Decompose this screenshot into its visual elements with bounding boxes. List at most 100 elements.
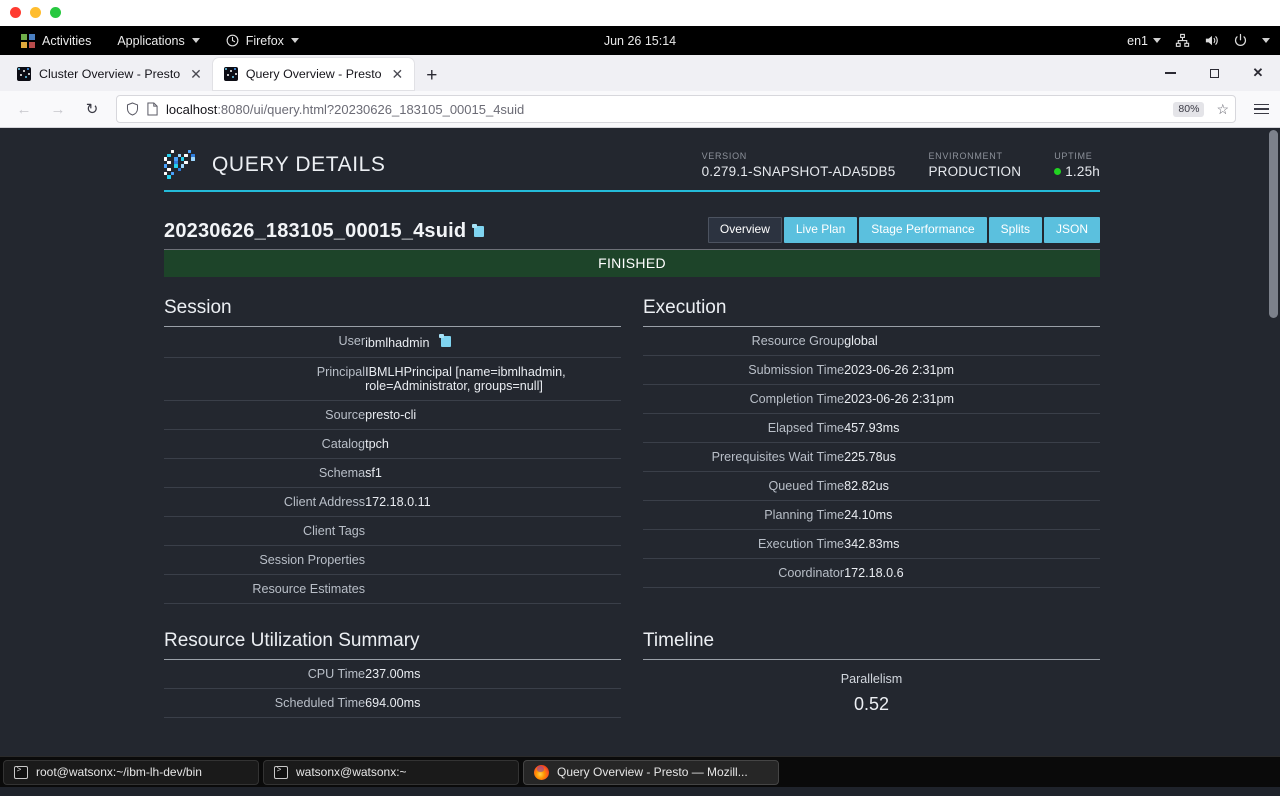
gnome-tray: en1 [1127, 33, 1280, 48]
reload-button[interactable]: ↻ [76, 94, 108, 124]
maximize-dot-icon[interactable] [50, 7, 61, 18]
page-info-icon[interactable] [147, 102, 158, 116]
page-scrollbar[interactable] [1266, 128, 1280, 756]
zoom-level-badge[interactable]: 80% [1173, 101, 1205, 117]
row-value: sf1 [365, 458, 621, 489]
row-value: 2023-06-26 2:31pm [844, 355, 1100, 386]
applications-menu[interactable]: Applications [104, 26, 212, 55]
tab-overview[interactable]: Overview [707, 217, 782, 244]
row-key: Source [164, 400, 366, 431]
taskbar-item-firefox[interactable]: Query Overview - Presto — Mozill... [523, 759, 779, 785]
row-value: 172.18.0.6 [844, 558, 1100, 589]
tab-json[interactable]: JSON [1043, 217, 1100, 244]
tray-chevron-down-icon[interactable] [1262, 38, 1270, 43]
row-key: Execution Time [643, 529, 845, 560]
table-row: Session Properties [164, 545, 621, 576]
presto-favicon-icon [223, 67, 238, 81]
row-value [365, 574, 621, 605]
row-value: presto-cli [365, 400, 621, 431]
power-icon[interactable] [1233, 33, 1248, 48]
row-value: 237.00ms [365, 660, 621, 690]
window-dots [10, 7, 61, 18]
execution-table: Resource Group global Submission Time 2023… [643, 327, 1100, 589]
network-icon[interactable] [1175, 33, 1190, 48]
row-key: Scheduled Time [164, 688, 366, 719]
row-key: Submission Time [643, 355, 845, 386]
table-row: CPU Time 237.00ms [164, 660, 621, 690]
taskbar-item-terminal-2[interactable]: watsonx@watsonx:~ [263, 759, 519, 785]
tab-stage-performance[interactable]: Stage Performance [859, 217, 987, 244]
row-key: Resource Estimates [164, 574, 366, 605]
window-controls: ✕ [1148, 55, 1280, 91]
row-key: Coordinator [643, 558, 845, 589]
volume-icon[interactable] [1204, 33, 1219, 48]
execution-panel: Execution Resource Group global Submissio… [643, 297, 1100, 604]
row-value: global [844, 327, 1100, 357]
table-row: User ibmlhadmin [164, 327, 621, 359]
maximize-button[interactable] [1192, 55, 1236, 91]
row-key: Queued Time [643, 471, 845, 502]
table-row: Coordinator 172.18.0.6 [643, 558, 1100, 589]
row-key: Catalog [164, 429, 366, 460]
chevron-down-icon[interactable] [1153, 38, 1161, 43]
row-value: 457.93ms [844, 413, 1100, 444]
detail-columns: Session User ibmlhadmin Principal IBMLHPri… [164, 297, 1100, 605]
shield-icon[interactable] [126, 102, 139, 116]
app-menu-button[interactable] [1244, 103, 1272, 115]
status-dot-icon [1054, 168, 1062, 175]
table-row: Execution Time 342.83ms [643, 529, 1100, 560]
row-key: Prerequisites Wait Time [643, 442, 845, 473]
browser-tab-strip: Cluster Overview - Presto ✕ Query Overvi… [0, 55, 1280, 91]
browser-tab-query-overview[interactable]: Query Overview - Presto ✕ [212, 58, 415, 90]
version-label: VERSION [701, 151, 747, 161]
row-key: Resource Group [643, 327, 845, 357]
table-row: Resource Estimates [164, 574, 621, 605]
presto-header: QUERY DETAILS VERSION 0.279.1-SNAPSHOT-A… [164, 150, 1100, 190]
row-value: 225.78us [844, 442, 1100, 473]
close-icon[interactable]: ✕ [390, 67, 406, 81]
url-bar[interactable]: localhost:8080/ui/query.html?20230626_18… [116, 95, 1236, 123]
minimize-button[interactable] [1148, 55, 1192, 91]
activities-button[interactable]: Activities [8, 26, 104, 55]
url-path: :8080/ui/query.html?20230626_183105_0001… [217, 101, 525, 117]
query-id: 20230626_183105_00015_4suid [164, 220, 467, 243]
row-key: Planning Time [643, 500, 845, 531]
brand[interactable]: QUERY DETAILS [164, 150, 386, 180]
taskbar-item-terminal-1[interactable]: root@watsonx:~/ibm-lh-dev/bin [3, 759, 259, 785]
scrollbar-thumb[interactable] [1269, 130, 1278, 318]
new-tab-button[interactable]: + [414, 66, 449, 85]
browser-nav-bar: ← → ↻ localhost:8080/ui/query.html?20230… [0, 91, 1280, 128]
parallelism-label: Parallelism [840, 672, 903, 687]
version-block: VERSION 0.279.1-SNAPSHOT-ADA5DB5 [702, 151, 896, 179]
url-text[interactable]: localhost:8080/ui/query.html?20230626_18… [166, 102, 524, 117]
close-dot-icon[interactable] [10, 7, 21, 18]
table-row: Schema sf1 [164, 458, 621, 489]
close-icon[interactable]: ✕ [188, 67, 204, 81]
version-value: 0.279.1-SNAPSHOT-ADA5DB5 [701, 164, 896, 179]
table-row: Resource Group global [643, 327, 1100, 357]
taskbar-item-label: watsonx@watsonx:~ [296, 765, 407, 779]
row-key: CPU Time [164, 660, 366, 690]
row-value: ibmlhadmin [365, 327, 621, 359]
forward-button[interactable]: → [42, 94, 74, 124]
keyboard-layout-label[interactable]: en1 [1127, 34, 1148, 48]
gnome-top-bar: Activities Applications Firefox Jun 26 1… [0, 26, 1280, 55]
bookmark-star-icon[interactable]: ☆ [1212, 101, 1229, 118]
parallelism-value: 0.52 [853, 694, 890, 715]
page-title: QUERY DETAILS [212, 153, 386, 176]
copy-icon[interactable] [439, 334, 452, 348]
tab-splits[interactable]: Splits [988, 217, 1042, 244]
close-button[interactable]: ✕ [1236, 55, 1280, 91]
environment-value: PRODUCTION [928, 164, 1022, 179]
minimize-dot-icon[interactable] [30, 7, 41, 18]
table-row: Client Address 172.18.0.11 [164, 487, 621, 518]
back-button[interactable]: ← [8, 94, 40, 124]
uptime-block: UPTIME 1.25h [1054, 151, 1100, 179]
browser-tab-cluster-overview[interactable]: Cluster Overview - Presto ✕ [6, 58, 213, 90]
tab-live-plan[interactable]: Live Plan [783, 217, 858, 244]
row-key: Elapsed Time [643, 413, 845, 444]
firefox-window-menu[interactable]: Firefox [213, 26, 312, 55]
taskbar-item-label: Query Overview - Presto — Mozill... [557, 765, 748, 779]
copy-icon[interactable] [472, 224, 485, 238]
table-row: Planning Time 24.10ms [643, 500, 1100, 531]
